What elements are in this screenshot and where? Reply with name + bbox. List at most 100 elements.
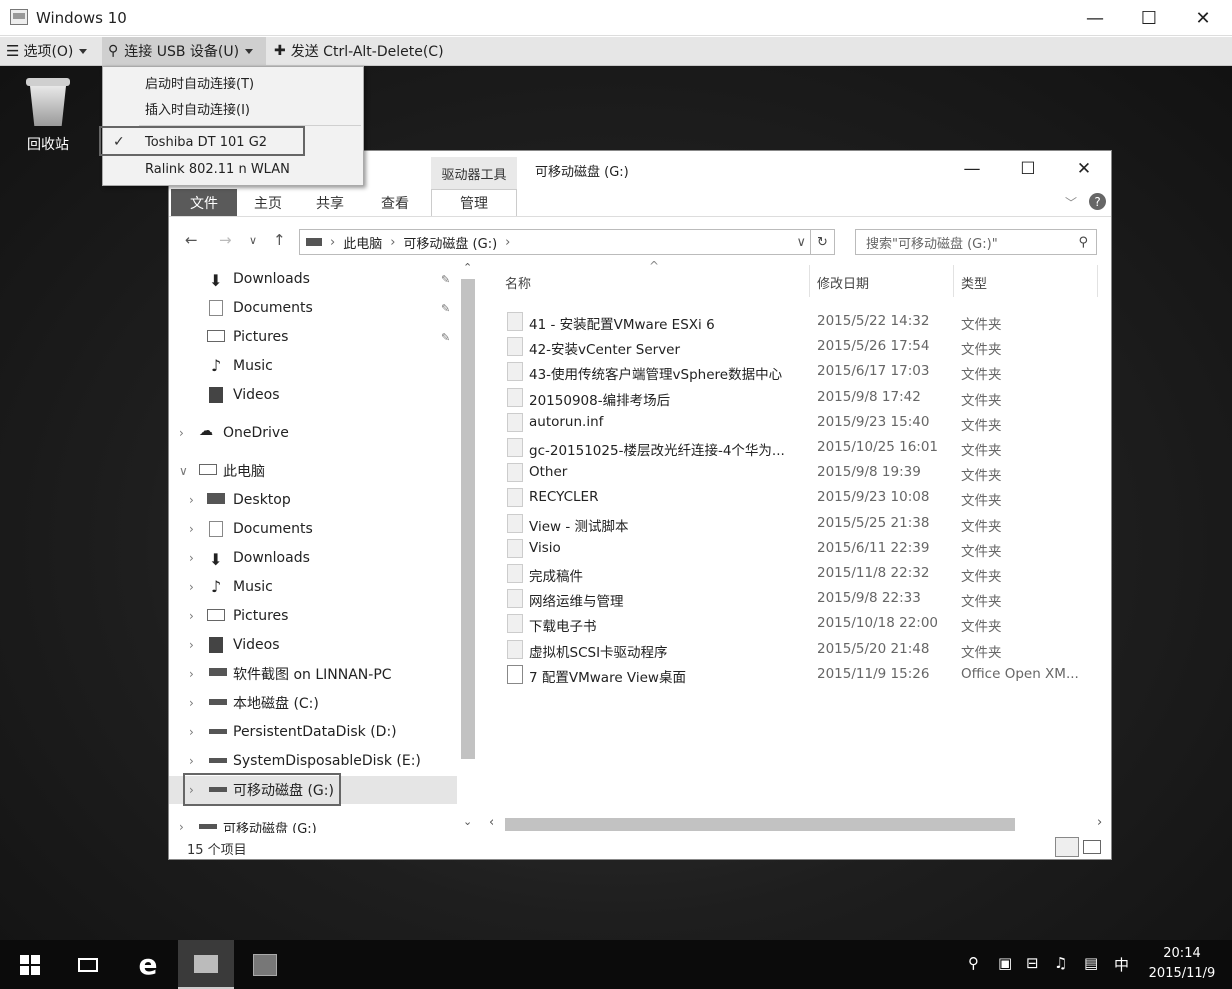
pin-icon[interactable]: ✎ — [441, 273, 450, 286]
options-menu[interactable]: ☰ 选项(O) — [6, 37, 88, 65]
address-bar[interactable]: › 此电脑 › 可移动磁盘 (G:) › ∨ — [299, 229, 811, 255]
scroll-down-icon[interactable]: ⌄ — [463, 815, 472, 828]
file-row[interactable]: 虚拟机SCSI卡驱动程序 2015/5/20 21:48 文件夹 — [485, 637, 1111, 662]
breadcrumb-thispc[interactable]: 此电脑 — [343, 233, 382, 252]
chevron-right-icon[interactable]: › — [179, 820, 184, 833]
send-cad-menu[interactable]: ✚ 发送 Ctrl-Alt-Delete(C) — [274, 37, 444, 65]
recent-chevron-icon[interactable]: ∨ — [249, 234, 257, 247]
file-row[interactable]: 20150908-编排考场后 2015/9/8 17:42 文件夹 — [485, 385, 1111, 410]
file-row[interactable]: 42-安装vCenter Server 2015/5/26 17:54 文件夹 — [485, 334, 1111, 359]
auto-connect-startup-item[interactable]: 启动时自动连接(T) — [103, 69, 363, 95]
refresh-button[interactable]: ↻ — [811, 229, 835, 255]
tab-share[interactable]: 共享 — [303, 189, 357, 216]
scroll-right-icon[interactable]: › — [1097, 815, 1102, 830]
nav-pc-videos[interactable]: › Videos — [169, 631, 459, 659]
chevron-right-icon[interactable]: › — [189, 493, 194, 507]
scrollbar-thumb[interactable] — [505, 818, 1015, 831]
chevron-right-icon[interactable]: › — [179, 426, 184, 440]
start-button[interactable] — [14, 940, 46, 989]
nav-pc-network-share[interactable]: › 软件截图 on LINNAN-PC — [169, 660, 459, 688]
chevron-right-icon[interactable]: › — [189, 609, 194, 623]
file-row[interactable]: Other 2015/9/8 19:39 文件夹 — [485, 460, 1111, 485]
file-row[interactable]: 完成稿件 2015/11/8 22:32 文件夹 — [485, 561, 1111, 586]
help-icon[interactable]: ? — [1089, 193, 1106, 210]
nav-pc-music[interactable]: › ♪ Music — [169, 573, 459, 601]
nav-quick-pictures[interactable]: Pictures ✎ — [169, 323, 459, 351]
close-button[interactable]: ✕ — [1176, 0, 1230, 36]
chevron-down-icon[interactable]: ﹀ — [1065, 194, 1077, 211]
chevron-down-icon[interactable]: ∨ — [179, 464, 188, 478]
explorer-maximize-button[interactable]: ☐ — [1001, 155, 1055, 183]
file-row[interactable]: 网络运维与管理 2015/9/8 22:33 文件夹 — [485, 586, 1111, 611]
file-row[interactable]: 43-使用传统客户端管理vSphere数据中心 2015/6/17 17:03 文件… — [485, 359, 1111, 384]
chevron-right-icon[interactable]: › — [189, 725, 194, 739]
clock[interactable]: 20:14 2015/11/9 — [1140, 944, 1224, 984]
forward-arrow-icon[interactable]: → — [219, 231, 232, 249]
address-dropdown-icon[interactable]: ∨ — [796, 235, 806, 250]
file-row[interactable]: 41 - 安装配置VMware ESXi 6 2015/5/22 14:32 文件夹 — [485, 309, 1111, 334]
nav-quick-videos[interactable]: Videos — [169, 381, 459, 409]
nav-removable-drive[interactable]: › 可移动磁盘 (G:) — [169, 813, 459, 833]
nav-scrollbar[interactable]: ⌃ ⌄ — [459, 261, 477, 833]
scroll-left-icon[interactable]: ‹ — [489, 815, 494, 830]
nav-pc-drive-c[interactable]: › 本地磁盘 (C:) — [169, 689, 459, 717]
column-header-name[interactable]: 名称 — [505, 273, 531, 292]
ralink-device-item[interactable]: Ralink 802.11 n WLAN — [103, 156, 363, 182]
column-header-type[interactable]: 类型 — [961, 273, 987, 292]
nav-pc-drive-d[interactable]: › PersistentDataDisk (D:) — [169, 718, 459, 746]
ime-indicator[interactable]: 中 — [1114, 954, 1129, 975]
file-row[interactable]: 下载电子书 2015/10/18 22:00 文件夹 — [485, 611, 1111, 636]
file-row[interactable]: 7 配置VMware View桌面 2015/11/9 15:26 Office O… — [485, 662, 1111, 687]
nav-pc-drive-e[interactable]: › SystemDisposableDisk (E:) — [169, 747, 459, 775]
file-row[interactable]: autorun.inf 2015/9/23 15:40 文件夹 — [485, 410, 1111, 435]
chevron-right-icon[interactable]: › — [189, 754, 194, 768]
breadcrumb-drive[interactable]: 可移动磁盘 (G:) — [403, 233, 497, 252]
column-separator[interactable] — [809, 265, 810, 297]
scrollbar-thumb[interactable] — [461, 279, 475, 759]
connect-usb-menu[interactable]: ⚲ 连接 USB 设备(U) — [102, 37, 266, 65]
recycle-bin[interactable]: 回收站 — [18, 78, 78, 154]
chevron-right-icon[interactable]: › — [189, 696, 194, 710]
volume-icon[interactable]: ♫ — [1054, 954, 1067, 972]
large-icons-view-icon[interactable] — [1083, 840, 1101, 854]
maximize-button[interactable]: ☐ — [1122, 0, 1176, 36]
nav-onedrive[interactable]: › ☁ OneDrive — [169, 419, 459, 447]
task-view-button[interactable] — [72, 940, 104, 989]
nav-quick-documents[interactable]: Documents ✎ — [169, 294, 459, 322]
scroll-up-icon[interactable]: ⌃ — [463, 261, 472, 274]
nav-quick-music[interactable]: ♪ Music — [169, 352, 459, 380]
search-input[interactable]: 搜索"可移动磁盘 (G:)" ⚲ — [855, 229, 1097, 255]
pin-icon[interactable]: ✎ — [441, 302, 450, 315]
back-arrow-icon[interactable]: ← — [185, 231, 198, 249]
explorer-close-button[interactable]: ✕ — [1057, 155, 1111, 183]
auto-connect-insert-item[interactable]: 插入时自动连接(I) — [103, 95, 363, 121]
chevron-right-icon[interactable]: › — [189, 638, 194, 652]
network-icon[interactable]: ⊟ — [1026, 954, 1039, 972]
column-separator[interactable] — [953, 265, 954, 297]
details-view-icon[interactable] — [1055, 837, 1079, 857]
tab-manage[interactable]: 管理 — [431, 189, 517, 216]
up-arrow-icon[interactable]: ↑ — [273, 231, 286, 249]
column-separator[interactable] — [1097, 265, 1098, 297]
minimize-button[interactable]: — — [1068, 0, 1122, 36]
vm-tray-icon[interactable]: ▣ — [998, 954, 1012, 972]
file-hscrollbar[interactable]: ‹ › — [485, 815, 1111, 833]
file-row[interactable]: RECYCLER 2015/9/23 10:08 文件夹 — [485, 485, 1111, 510]
chevron-right-icon[interactable]: › — [189, 580, 194, 594]
nav-thispc[interactable]: ∨ 此电脑 — [169, 457, 459, 485]
nav-quick-downloads[interactable]: ⬇ Downloads ✎ — [169, 265, 459, 293]
tab-view[interactable]: 查看 — [367, 189, 423, 216]
column-header-date[interactable]: 修改日期 — [817, 273, 869, 292]
usb-tray-icon[interactable]: ⚲ — [968, 954, 979, 972]
chevron-right-icon[interactable]: › — [189, 551, 194, 565]
chevron-right-icon[interactable]: › — [189, 667, 194, 681]
pin-icon[interactable]: ✎ — [441, 331, 450, 344]
nav-pc-downloads[interactable]: › ⬇ Downloads — [169, 544, 459, 572]
store-button[interactable] — [248, 940, 282, 989]
file-row[interactable]: gc-20151025-楼层改光纤连接-4个华为... 2015/10/25 16… — [485, 435, 1111, 460]
nav-pc-desktop[interactable]: › Desktop — [169, 486, 459, 514]
chevron-right-icon[interactable]: › — [189, 522, 194, 536]
nav-pc-pictures[interactable]: › Pictures — [169, 602, 459, 630]
edge-button[interactable]: e — [130, 940, 166, 989]
explorer-minimize-button[interactable]: — — [945, 155, 999, 183]
